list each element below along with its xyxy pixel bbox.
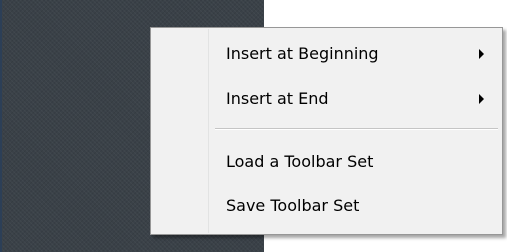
menu-item-insert-at-beginning[interactable]: Insert at Beginning: [151, 35, 502, 73]
menu-item-save-toolbar-set[interactable]: Save Toolbar Set: [151, 187, 502, 225]
chevron-right-icon: [479, 49, 484, 59]
menu-separator: [215, 128, 498, 130]
chevron-right-icon: [479, 94, 484, 104]
desktop-edge: [0, 0, 2, 252]
menu-item-label: Load a Toolbar Set: [226, 152, 374, 171]
menu-item-insert-at-end[interactable]: Insert at End: [151, 80, 502, 118]
menu-item-label: Insert at End: [226, 89, 329, 108]
menu-item-load-toolbar-set[interactable]: Load a Toolbar Set: [151, 143, 502, 181]
context-menu: Insert at Beginning Insert at End Load a…: [150, 27, 503, 235]
menu-item-label: Insert at Beginning: [226, 44, 379, 63]
menu-item-label: Save Toolbar Set: [226, 196, 360, 215]
